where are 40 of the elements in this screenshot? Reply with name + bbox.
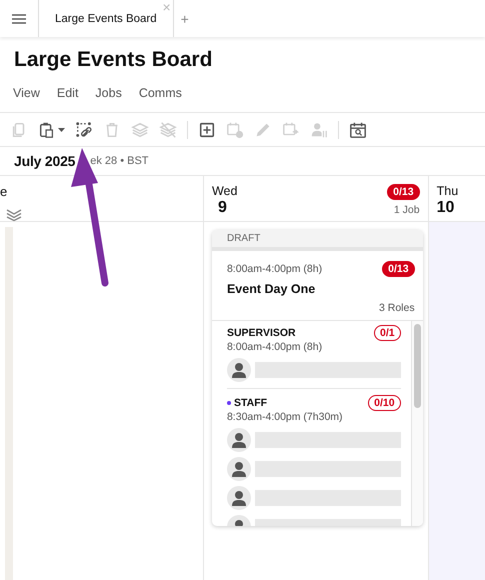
month-label: July 2025	[14, 153, 76, 169]
job-time: 8:00am-4:00pm (8h)	[226, 263, 322, 275]
avatar-icon	[226, 428, 251, 452]
caret-icon[interactable]	[58, 128, 65, 132]
day-number: 9	[218, 199, 228, 217]
count-badge: 0/13	[387, 184, 420, 200]
page-title: Large Events Board	[14, 47, 214, 73]
count-badge: 0/1	[374, 325, 401, 341]
avatar-icon	[226, 358, 251, 382]
count-badge: 0/13	[382, 261, 415, 277]
weekday-label: Thu	[436, 184, 458, 199]
status-label: DRAFT	[212, 230, 423, 251]
new-tab-button[interactable]: +	[180, 10, 189, 26]
week-info: ek 28 • BST	[90, 155, 149, 167]
calendar-search-icon[interactable]	[349, 120, 367, 138]
day-number: 10	[436, 199, 456, 217]
avatar-icon	[226, 486, 251, 510]
scrollbar[interactable]	[414, 324, 421, 408]
count-badge: 0/10	[368, 395, 401, 411]
role-time: 8:30am-4:00pm (7h30m)	[226, 411, 344, 423]
job-card[interactable]: DRAFT 8:00am-4:00pm (8h) 0/13 Event Day One 3 Roles SUPERVISOR 0/1 8:00am-4:00pm (8h) STAFF 0/10 8:30am-4:00pm (7h30m)	[212, 230, 423, 526]
role-name: STAFF	[234, 397, 268, 409]
avatar-icon	[226, 457, 251, 481]
clipboard-icon[interactable]	[38, 120, 56, 138]
role-time: 8:00am-4:00pm (8h)	[226, 341, 324, 353]
tab[interactable]: Large Events Board ×	[38, 0, 174, 37]
plus-box-icon[interactable]	[198, 120, 216, 138]
menu-item[interactable]: Comms	[138, 86, 182, 100]
weekday-label: Wed	[212, 184, 238, 199]
menu-item[interactable]: View	[13, 86, 40, 100]
day-label: e	[0, 184, 8, 199]
tab-label: Large Events Board	[55, 12, 157, 24]
roles-count: 3 Roles	[378, 302, 415, 314]
role-name: SUPERVISOR	[226, 327, 296, 339]
job-count: 1 Job	[394, 204, 420, 216]
menu-item[interactable]: Edit	[56, 86, 78, 100]
collapse-icon[interactable]	[6, 209, 22, 221]
link-select-icon[interactable]	[75, 120, 93, 138]
menu-item[interactable]: Jobs	[95, 86, 122, 100]
job-name: Event Day One	[226, 282, 316, 296]
